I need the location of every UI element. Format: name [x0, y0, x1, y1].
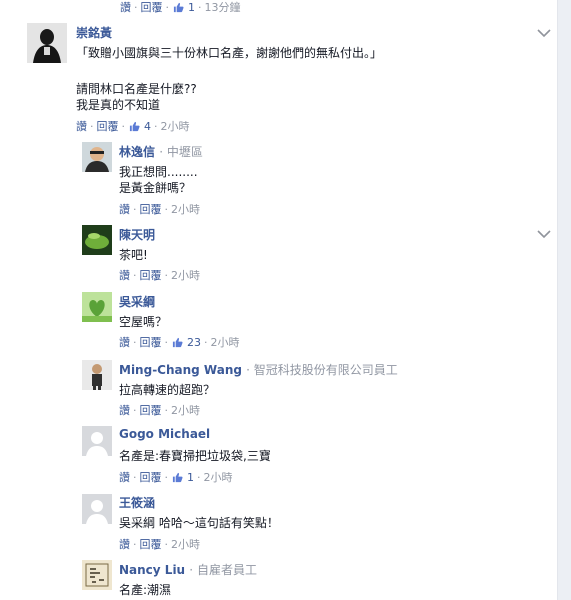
avatar[interactable]	[27, 23, 67, 63]
like-count: 1	[187, 470, 194, 484]
timestamp[interactable]: 2小時	[211, 334, 240, 350]
reply-action-row: 讚 · 回覆 · 2小時	[119, 536, 200, 552]
reply-author[interactable]: 吳采綱	[119, 293, 155, 310]
like-link[interactable]: 讚	[119, 469, 130, 485]
like-count: 4	[144, 119, 151, 133]
reply-action-row: 讚 · 回覆 · 2小時	[119, 201, 200, 217]
reply-action-row: 讚 · 回覆 · 1 · 2小時	[119, 469, 233, 485]
reply-text-line: 茶吧!	[119, 248, 148, 262]
reply-author[interactable]: Gogo Michael	[119, 427, 210, 441]
avatar[interactable]	[82, 225, 112, 255]
thumbs-up-icon	[172, 337, 183, 348]
like-link[interactable]: 讚	[119, 536, 130, 552]
like-link[interactable]: 讚	[119, 334, 130, 350]
timestamp[interactable]: 2小時	[171, 402, 200, 418]
timestamp[interactable]: 2小時	[171, 267, 200, 283]
post-text-line: 請問林口名產是什麼??	[76, 82, 197, 96]
reply-author[interactable]: Ming-Chang Wang · 智冠科技股份有限公司員工	[119, 361, 398, 378]
chevron-down-icon[interactable]	[537, 27, 551, 38]
chevron-down-icon[interactable]	[537, 228, 551, 239]
reply-author[interactable]: 林逸信 · 中壢區	[119, 143, 203, 160]
reply-link[interactable]: 回覆	[140, 267, 162, 283]
avatar[interactable]	[82, 426, 112, 456]
timestamp[interactable]: 2小時	[204, 469, 233, 485]
avatar[interactable]	[82, 292, 112, 322]
reply-link[interactable]: 回覆	[141, 0, 163, 15]
reply-text-line: 名產:潮濕	[119, 583, 172, 597]
author-meta: · 智冠科技股份有限公司員工	[246, 363, 398, 377]
top-action-row: 讚 · 回覆 · 1 · 13分鐘	[120, 0, 241, 15]
thumbs-up-icon	[172, 472, 183, 483]
post-action-row: 讚 · 回覆 · 4 · 2小時	[76, 118, 190, 134]
thumbs-up-icon	[173, 2, 184, 13]
reply-author[interactable]: 王筱涵	[119, 494, 155, 511]
reply-action-row: 讚 · 回覆 · 2小時	[119, 402, 200, 418]
reply-text-line: 空屋嗎？	[119, 315, 168, 329]
thumbs-up-icon	[129, 121, 140, 132]
reply-text-line: 名產是:春寶掃把垃圾袋,三寶	[119, 449, 271, 463]
reply-link[interactable]: 回覆	[140, 469, 162, 485]
like-link[interactable]: 讚	[120, 0, 131, 15]
reply-link[interactable]: 回覆	[140, 402, 162, 418]
reply-text-line: 我正想問........	[119, 165, 198, 179]
timestamp[interactable]: 13分鐘	[205, 0, 241, 15]
reply-text-line: 吳采綱 哈哈～這句話有笑點！	[119, 516, 279, 530]
reply-link[interactable]: 回覆	[140, 334, 162, 350]
post-text-line: 「致贈小國旗與三十份林口名產，謝謝他們的無私付出。」	[76, 46, 383, 60]
reply-link[interactable]: 回覆	[140, 536, 162, 552]
like-count: 1	[188, 0, 195, 14]
timestamp[interactable]: 2小時	[161, 118, 190, 134]
reply-action-row: 讚 · 回覆 · 23 · 2小時	[119, 334, 240, 350]
like-link[interactable]: 讚	[119, 201, 130, 217]
avatar[interactable]	[82, 560, 112, 590]
reply-text-line: 是黃金餅嗎？	[119, 181, 192, 195]
reply-link[interactable]: 回覆	[97, 118, 119, 134]
post-author[interactable]: 崇銘黃	[76, 24, 112, 41]
post-text-line: 我是真的不知道	[76, 98, 161, 112]
avatar[interactable]	[82, 494, 112, 524]
timestamp[interactable]: 2小時	[171, 536, 200, 552]
author-meta: · 自雇者員工	[189, 563, 257, 577]
reply-author[interactable]: Nancy Liu · 自雇者員工	[119, 561, 257, 578]
scrollbar[interactable]	[557, 0, 571, 600]
avatar[interactable]	[82, 142, 112, 172]
like-link[interactable]: 讚	[76, 118, 87, 134]
like-count: 23	[187, 335, 201, 349]
reply-text-line: 拉高轉速的超跑？	[119, 383, 216, 397]
author-meta: · 中壢區	[159, 145, 203, 159]
reply-author[interactable]: 陳天明	[119, 226, 155, 243]
avatar[interactable]	[82, 360, 112, 390]
timestamp[interactable]: 2小時	[171, 201, 200, 217]
reply-action-row: 讚 · 回覆 · 2小時	[119, 267, 200, 283]
like-link[interactable]: 讚	[119, 402, 130, 418]
like-link[interactable]: 讚	[119, 267, 130, 283]
reply-link[interactable]: 回覆	[140, 201, 162, 217]
